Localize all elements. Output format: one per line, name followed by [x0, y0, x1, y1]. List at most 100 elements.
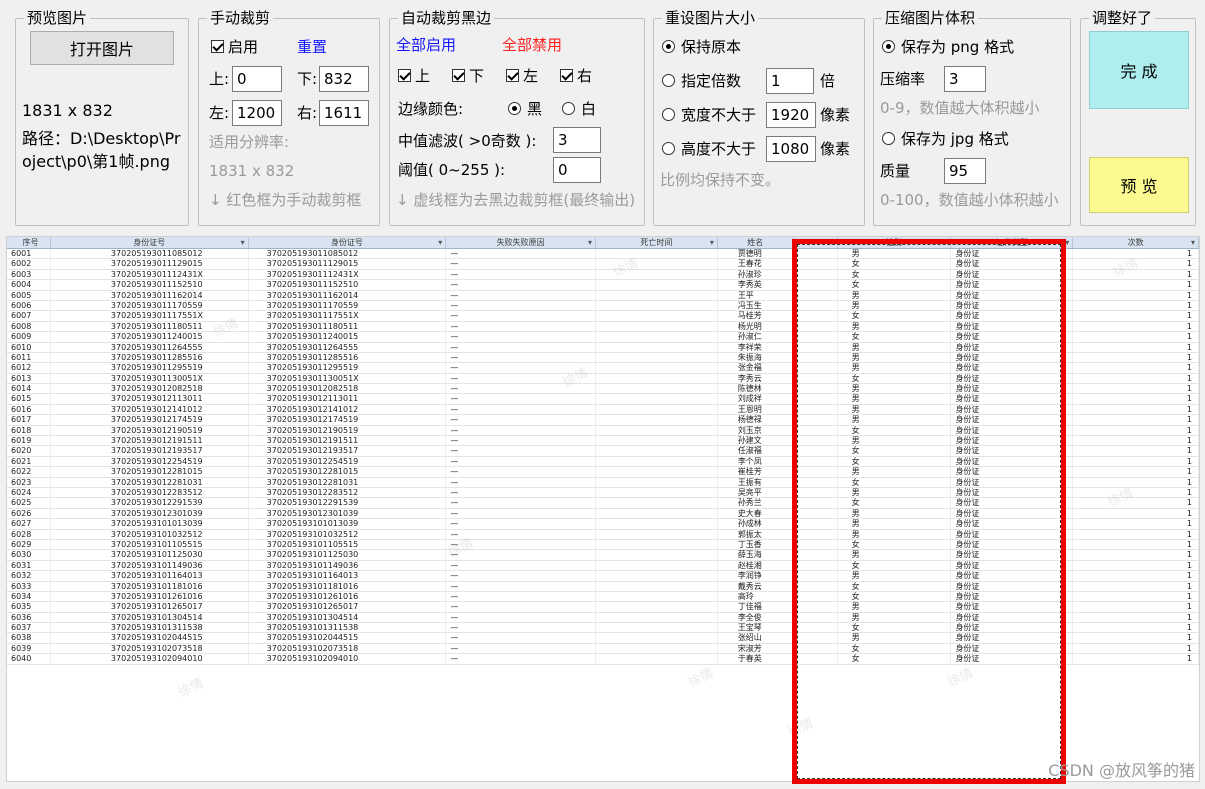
width-max-radio[interactable]: 宽度不大于 [662, 105, 756, 125]
radio-icon [662, 108, 675, 121]
manual-crop-enable[interactable]: 启用 [211, 37, 258, 57]
table-cell [596, 477, 718, 487]
table-cell: 1 [1073, 373, 1199, 384]
enable-all-link[interactable]: 全部启用 [396, 35, 456, 55]
table-cell [596, 394, 718, 404]
header-cell: 死亡时间 ▾ [596, 237, 718, 248]
table-cell [596, 373, 718, 384]
table-cell: 于春英 [718, 654, 794, 664]
table-cell: 370205193101164013 [51, 571, 249, 581]
table-cell [596, 384, 718, 394]
specify-multiple-radio[interactable]: 指定倍数 [662, 71, 741, 91]
keep-original-radio[interactable]: 保持原本 [662, 37, 741, 57]
table-cell: 宋淑芳 [718, 643, 794, 654]
threshold-input[interactable]: 0 [553, 157, 601, 183]
height-max-radio[interactable]: 高度不大于 [662, 139, 756, 159]
table-cell [596, 300, 718, 311]
table-cell: 1 [1073, 404, 1199, 415]
table-cell: 37020519301112431X [51, 269, 249, 280]
edge-white-radio[interactable]: 白 [562, 99, 596, 119]
table-cell: 李秀云 [718, 373, 794, 384]
table-cell: 6040 [7, 654, 51, 664]
table-cell: 6016 [7, 404, 51, 415]
auto-crop-left[interactable]: 左 [506, 66, 538, 86]
table-cell: 370205193012082518 [249, 384, 447, 394]
table-cell: 张绍山 [718, 633, 794, 643]
table-cell: — [446, 654, 597, 664]
multiple-input[interactable]: 1 [766, 68, 814, 94]
done-button[interactable]: 完 成 [1089, 31, 1189, 109]
header-cell: 身份证号 ▾ [249, 237, 447, 248]
table-cell: 杨德禄 [718, 415, 794, 425]
table-cell: 37020519301130051X [249, 373, 447, 384]
table-cell: 戴秀云 [718, 581, 794, 591]
table-cell: 6032 [7, 571, 51, 581]
table-cell: 1 [1073, 363, 1199, 373]
table-cell: — [446, 425, 597, 436]
table-cell: 6001 [7, 249, 51, 259]
resize-group: 重设图片大小 保持原本 指定倍数 1 倍 宽度不大于 1920 像素 高度不大于… [653, 9, 865, 226]
table-cell: 6024 [7, 487, 51, 498]
quality-input[interactable]: 95 [944, 158, 986, 184]
table-cell: 贾德明 [718, 249, 794, 259]
table-cell [596, 581, 718, 591]
table-cell [596, 643, 718, 654]
width-max-input[interactable]: 1920 [766, 102, 816, 128]
table-cell [596, 456, 718, 467]
table-cell: — [446, 352, 597, 363]
table-cell: 陈德林 [718, 384, 794, 394]
crop-right-input[interactable]: 1611 [319, 100, 369, 126]
edge-black-radio[interactable]: 黑 [508, 99, 542, 119]
table-cell: 孙淑珍 [718, 269, 794, 280]
open-image-button[interactable]: 打开图片 [30, 31, 174, 65]
disable-all-link[interactable]: 全部禁用 [502, 35, 562, 55]
table-cell: 370205193012281015 [51, 467, 249, 477]
table-cell: 1 [1073, 436, 1199, 446]
table-cell: 370205193012254519 [51, 456, 249, 467]
table-cell: 孙淑仁 [718, 332, 794, 342]
reset-link[interactable]: 重置 [297, 37, 327, 57]
jpg-format-radio[interactable]: 保存为 jpg 格式 [882, 129, 1009, 149]
table-cell: 6033 [7, 581, 51, 591]
table-cell: 6037 [7, 623, 51, 633]
checkbox-icon [560, 69, 573, 82]
table-cell: 张金福 [718, 363, 794, 373]
table-cell: 6005 [7, 290, 51, 300]
table-cell: 370205193012193517 [51, 446, 249, 456]
table-cell: 6009 [7, 332, 51, 342]
table-cell: 6012 [7, 363, 51, 373]
header-cell: 次数 ▾ [1073, 237, 1199, 248]
table-cell: 刘玉京 [718, 425, 794, 436]
table-cell [596, 415, 718, 425]
crop-top-input[interactable]: 0 [232, 66, 282, 92]
crop-bottom-input[interactable]: 832 [319, 66, 369, 92]
table-cell: 1 [1073, 311, 1199, 321]
table-cell: 1 [1073, 623, 1199, 633]
table-cell [596, 571, 718, 581]
table-cell: 370205193011295519 [249, 363, 447, 373]
filter-icon: ▾ [1191, 238, 1196, 247]
header-cell: 身份证号 ▾ [51, 237, 249, 248]
table-cell [596, 487, 718, 498]
auto-crop-right[interactable]: 右 [560, 66, 592, 86]
table-cell: 370205193012281031 [249, 477, 447, 487]
auto-crop-bottom[interactable]: 下 [452, 66, 484, 86]
png-format-radio[interactable]: 保存为 png 格式 [882, 37, 1014, 57]
median-filter-input[interactable]: 3 [553, 127, 601, 153]
table-cell: 370205193012190519 [249, 425, 447, 436]
auto-crop-top[interactable]: 上 [398, 66, 430, 86]
table-cell: 1 [1073, 394, 1199, 404]
table-cell [596, 550, 718, 560]
table-cell: 1 [1073, 446, 1199, 456]
manual-crop-hint: ↓ 红色框为手动裁剪框 [209, 191, 362, 209]
table-cell: 冯玉生 [718, 300, 794, 311]
crop-left-input[interactable]: 1200 [232, 100, 282, 126]
height-max-input[interactable]: 1080 [766, 136, 816, 162]
table-cell: 370205193102094010 [249, 654, 447, 664]
compress-ratio-input[interactable]: 3 [944, 66, 986, 92]
table-cell: 6017 [7, 415, 51, 425]
preview-button[interactable]: 预 览 [1089, 157, 1189, 213]
table-cell: 李秀英 [718, 280, 794, 290]
table-cell: 6010 [7, 342, 51, 352]
table-cell: 370205193101013039 [51, 519, 249, 529]
